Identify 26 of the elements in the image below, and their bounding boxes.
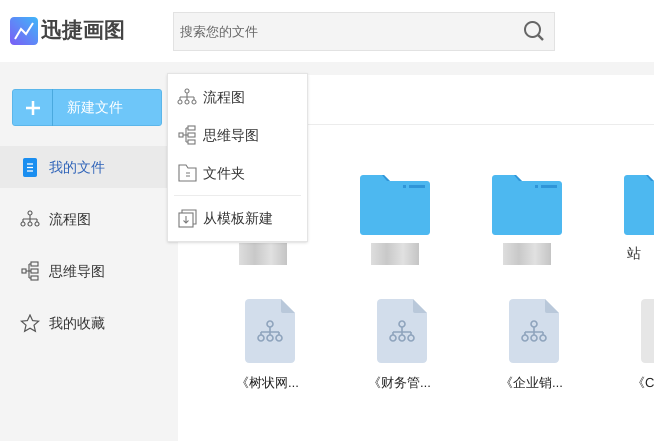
search-field[interactable]: 搜索您的文件 [173, 12, 555, 50]
sidebar-item[interactable]: 我的收藏 [0, 302, 178, 344]
star-icon [20, 314, 40, 332]
mindmap-icon [178, 125, 196, 145]
file-name: 《财务管... [368, 374, 431, 392]
app-title: 迅捷画图 [41, 18, 125, 44]
document-icon [23, 158, 37, 176]
sidebar-item[interactable]: 思维导图 [0, 250, 178, 292]
template-download-icon [178, 208, 196, 228]
flowchart-icon [20, 210, 40, 228]
mindmap-icon [21, 261, 39, 281]
folder-icon[interactable] [360, 175, 430, 235]
folder-outline-icon [178, 164, 196, 182]
document-icon[interactable] [245, 299, 295, 363]
menu-item[interactable]: 流程图 [168, 78, 307, 116]
file-name: 《企业销... [500, 374, 563, 392]
plus-icon [26, 100, 40, 114]
document-icon[interactable] [377, 299, 427, 363]
folder-icon[interactable] [492, 175, 562, 235]
document-icon[interactable] [509, 299, 559, 363]
file-name: 《树状网... [236, 374, 299, 392]
file-name: 《C [632, 374, 654, 392]
search-icon[interactable] [523, 20, 545, 42]
logo-icon [10, 17, 38, 45]
folder-name: 站 [626, 244, 641, 263]
flowchart-icon [177, 88, 197, 106]
